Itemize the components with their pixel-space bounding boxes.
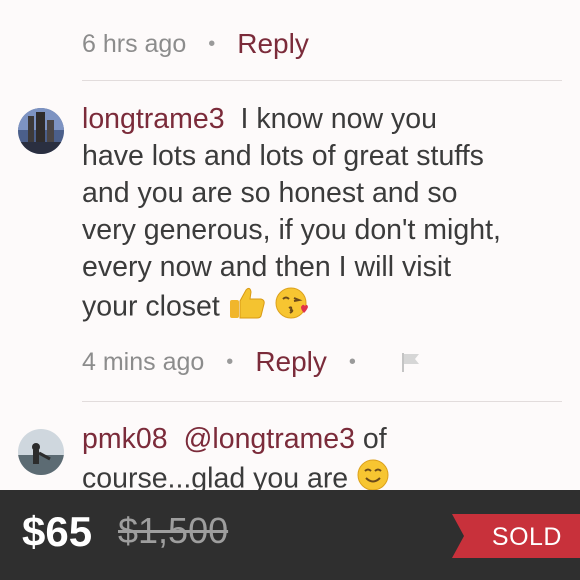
comment-text: very generous, if you don't might, <box>82 214 501 246</box>
thumbs-up-icon <box>228 286 266 330</box>
avatar[interactable] <box>18 429 64 475</box>
reply-link[interactable]: Reply <box>237 28 309 60</box>
comment-timestamp: 4 mins ago <box>82 347 205 376</box>
comment-divider <box>82 401 562 402</box>
comment-text: I know now you <box>240 103 437 135</box>
separator-dot: • <box>226 350 234 373</box>
listing-price: $65 <box>22 508 93 555</box>
comment-meta: 4 mins ago • Reply • <box>82 346 422 378</box>
comment-text: your closet <box>82 290 220 323</box>
comment-text: of <box>362 423 387 455</box>
comment-username[interactable]: pmk08 <box>82 423 168 455</box>
avatar[interactable] <box>18 108 64 154</box>
mention-link[interactable]: @longtrame3 <box>183 423 355 455</box>
original-price: $1,500 <box>118 510 229 551</box>
prev-comment-meta: 6 hrs ago • Reply <box>82 28 309 60</box>
comment-text: and you are so honest and so <box>82 177 458 209</box>
comment-body: longtrame3 I know now you have lots and … <box>82 101 566 330</box>
comment-timestamp: 6 hrs ago <box>82 29 187 58</box>
reply-link[interactable]: Reply <box>255 346 327 378</box>
listing-price-bar: $65 $1,500 SOLD <box>0 490 580 580</box>
comment-divider <box>82 80 562 81</box>
comment-text: have lots and lots of great stuffs <box>82 140 484 172</box>
sold-badge: SOLD <box>491 523 562 551</box>
comment-username[interactable]: longtrame3 <box>82 103 225 135</box>
comment-text: every now and then I will visit <box>82 251 452 283</box>
flag-icon[interactable] <box>400 351 422 373</box>
kissing-face-icon <box>274 286 310 330</box>
separator-dot: • <box>208 32 216 55</box>
separator-dot: • <box>348 350 356 373</box>
